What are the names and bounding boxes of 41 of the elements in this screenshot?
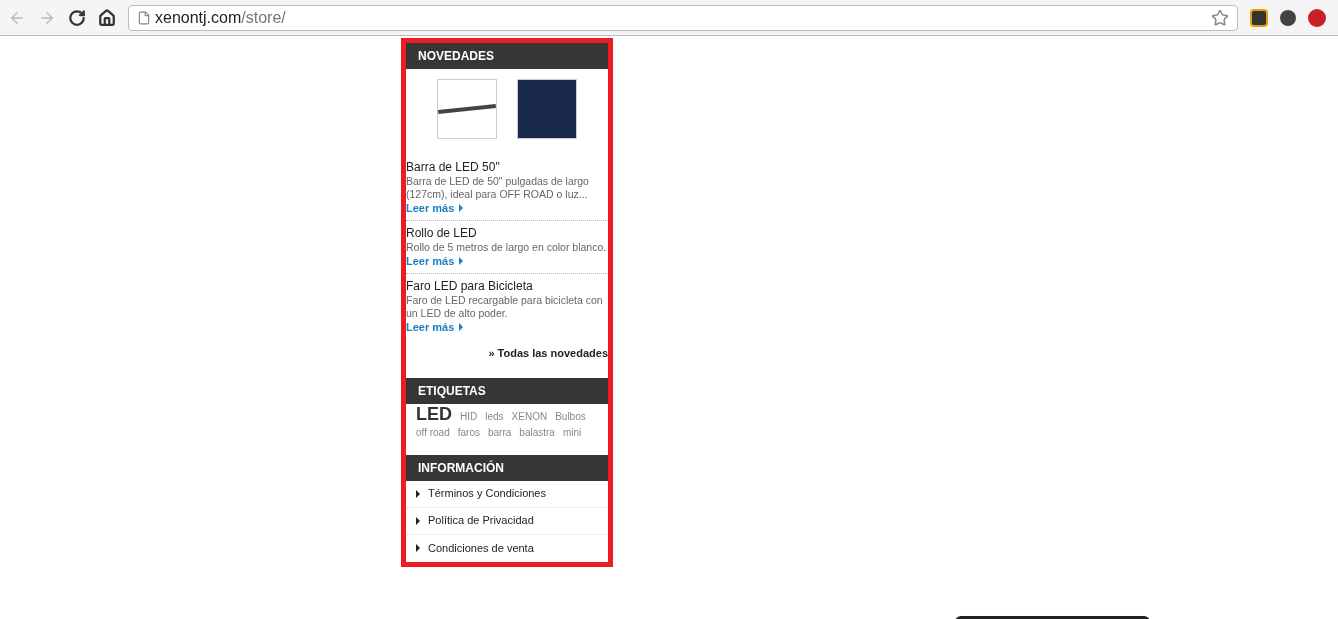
triangle-icon xyxy=(416,544,420,552)
product-title: Faro LED para Bicicleta xyxy=(406,279,534,294)
tag-link[interactable]: barra xyxy=(487,424,512,441)
triangle-icon xyxy=(459,257,464,265)
info-link[interactable]: Términos y Condiciones xyxy=(428,485,546,502)
address-bar[interactable]: xenontj.com/store/ xyxy=(128,4,1238,31)
triangle-icon xyxy=(459,323,464,331)
read-more-link[interactable]: Leer más xyxy=(406,254,455,268)
reload-icon[interactable] xyxy=(68,8,86,27)
section-header: INFORMACIÓN xyxy=(406,454,608,481)
all-news-link[interactable]: » Todas las novedades xyxy=(488,345,608,362)
info-link[interactable]: Condiciones de venta xyxy=(428,539,534,557)
led-strip-photo[interactable] xyxy=(517,79,577,139)
light-bar-photo[interactable] xyxy=(437,79,497,139)
read-more-link[interactable]: Leer más xyxy=(406,320,455,334)
tag-link[interactable]: off road xyxy=(416,424,450,441)
section-header: ETIQUETAS xyxy=(406,377,608,404)
tag-link[interactable]: leds xyxy=(485,408,504,425)
tag-link[interactable]: LED xyxy=(416,405,452,422)
product-description: Faro de LED recargable para bicicleta con un LED de alto poder. xyxy=(406,294,604,320)
product-title: Rollo de LED xyxy=(406,226,478,241)
url-text: xenontj.com/store/ xyxy=(155,7,287,28)
product-title: Barra de LED 50" xyxy=(406,160,501,175)
product-description: Rollo de 5 metros de largo en color blanco. xyxy=(406,241,608,254)
tag-link[interactable]: mini xyxy=(562,424,582,441)
triangle-icon xyxy=(416,516,420,525)
product-description: Barra de LED de 50" pulgadas de largo (127cm), ideal para OFF ROAD o luz... xyxy=(406,175,590,201)
tag-link[interactable]: faros xyxy=(457,424,480,441)
tag-link[interactable]: Bulbos xyxy=(555,408,586,425)
page-icon xyxy=(137,10,151,25)
info-link[interactable]: Política de Privacidad xyxy=(428,512,534,529)
tag-link[interactable]: balastra xyxy=(519,424,555,441)
extension-icon[interactable] xyxy=(1250,8,1268,27)
read-more-link[interactable]: Leer más xyxy=(406,201,455,215)
section-header: NOVEDADES xyxy=(406,43,608,69)
star-icon[interactable] xyxy=(1211,8,1229,27)
home-icon[interactable] xyxy=(98,8,116,27)
tag-link[interactable]: XENON xyxy=(511,408,548,425)
triangle-icon xyxy=(459,204,464,212)
tag-link[interactable]: HID xyxy=(460,408,478,425)
triangle-icon xyxy=(416,489,420,498)
